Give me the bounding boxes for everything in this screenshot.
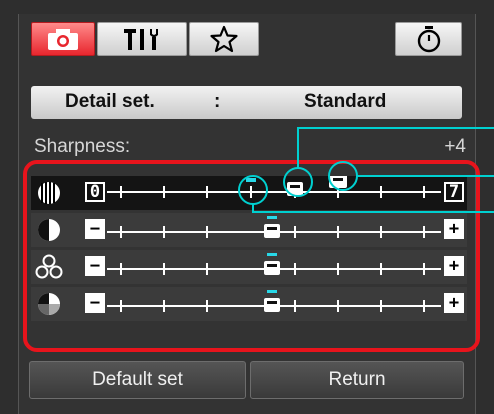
contrast-slider-track[interactable]	[31, 213, 467, 247]
tab-tools[interactable]	[97, 22, 187, 56]
return-button[interactable]: Return	[250, 361, 464, 399]
tab-shooting[interactable]	[31, 22, 95, 56]
parameter-value: +4	[444, 136, 466, 157]
slider-row-sharpness[interactable]: 0 7	[31, 176, 467, 210]
slider-row-color-tone[interactable]: − +	[31, 287, 467, 321]
star-icon	[210, 25, 238, 53]
slider-max-label: +	[444, 219, 464, 239]
timer-icon	[417, 26, 440, 53]
slider-row-saturation[interactable]: − +	[31, 250, 467, 284]
parameter-name: Sharpness:	[34, 136, 131, 157]
saturation-slider-track[interactable]	[31, 250, 467, 284]
slider-row-contrast[interactable]: − +	[31, 213, 467, 247]
color-tone-slider-track[interactable]	[31, 287, 467, 321]
tab-my-menu[interactable]	[189, 22, 259, 56]
slider-max-label: 7	[444, 182, 464, 202]
sharpness-slider-track[interactable]	[31, 176, 467, 210]
detail-set-header: Detail set. : Standard	[31, 86, 462, 119]
default-set-button[interactable]: Default set	[29, 361, 246, 399]
slider-max-label: +	[444, 256, 464, 276]
detail-set-value: Standard	[304, 91, 387, 112]
camera-icon	[48, 29, 78, 50]
tab-timer[interactable]	[395, 22, 462, 56]
detail-set-separator: :	[214, 91, 221, 112]
detail-set-label: Detail set.	[65, 91, 155, 112]
slider-max-label: +	[444, 293, 464, 313]
tools-icon	[124, 29, 158, 50]
